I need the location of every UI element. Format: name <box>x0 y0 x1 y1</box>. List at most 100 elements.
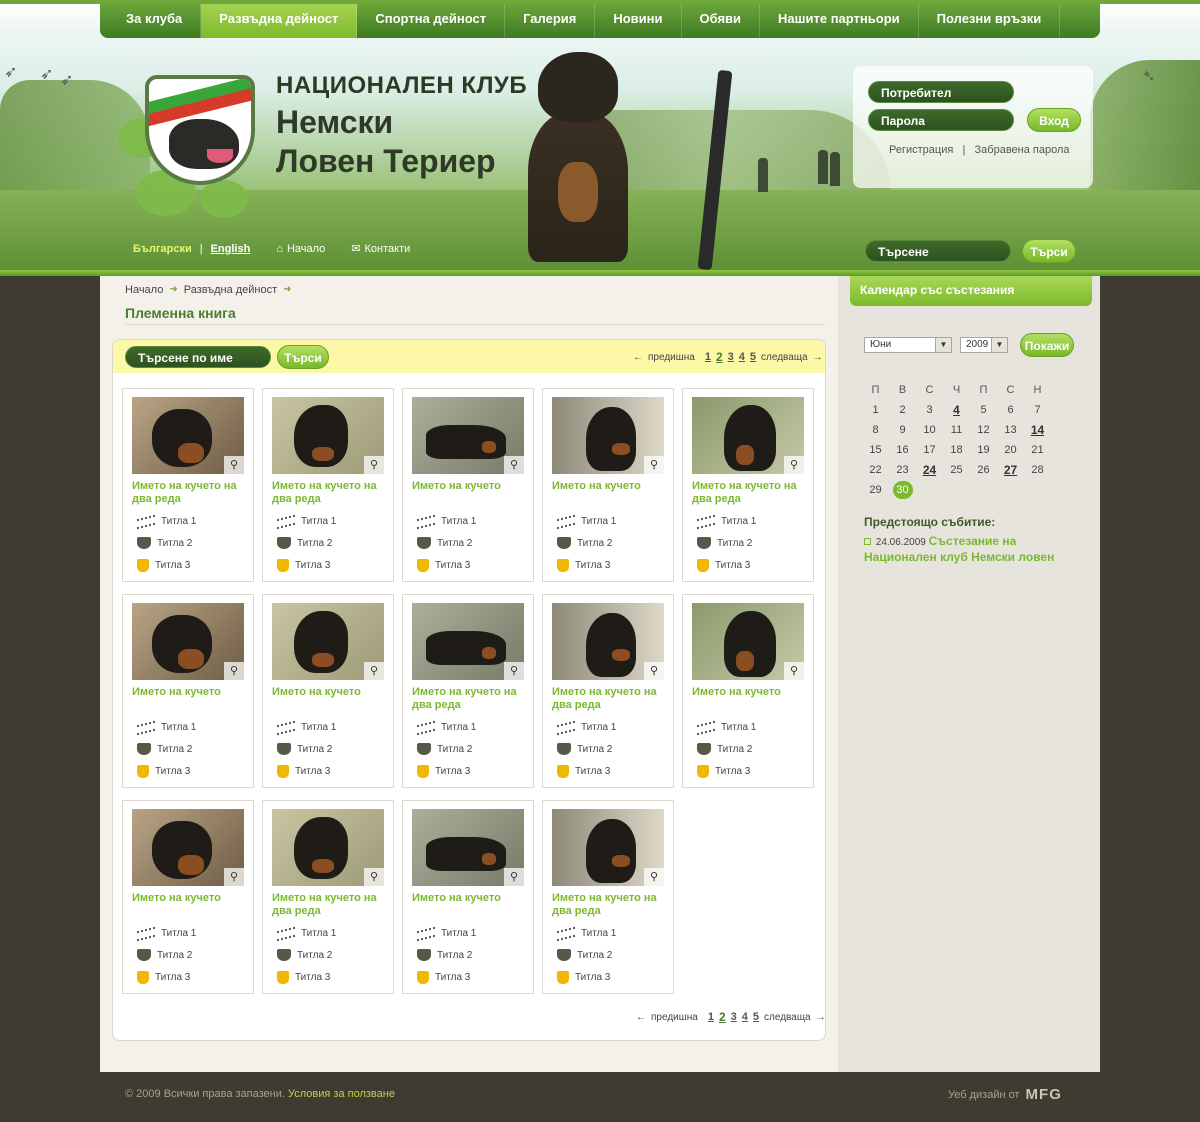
dog-name-link[interactable]: Името на кучето на два реда <box>132 480 250 506</box>
pager-page-link[interactable]: 2 <box>716 350 723 364</box>
dog-photo[interactable]: ⚲ <box>692 397 804 474</box>
magnifier-icon[interactable]: ⚲ <box>364 456 384 474</box>
dog-card[interactable]: ⚲ Името на кучето Титла 1 Титла 2 Титла 3 <box>402 800 534 994</box>
calendar-event-day[interactable]: 14 <box>1024 420 1051 440</box>
nav-item[interactable]: Галерия <box>505 4 596 38</box>
club-logo-text[interactable]: НАЦИОНАЛЕН КЛУБ Немски Ловен Териер <box>276 72 536 180</box>
magnifier-icon[interactable]: ⚲ <box>644 662 664 680</box>
dog-photo[interactable]: ⚲ <box>412 603 524 680</box>
pager-page-link[interactable]: 4 <box>739 351 745 363</box>
dog-photo[interactable]: ⚲ <box>552 809 664 886</box>
dog-name-link[interactable]: Името на кучето на два реда <box>692 480 810 506</box>
name-search-input[interactable]: Търсене по име <box>125 346 271 368</box>
dog-photo[interactable]: ⚲ <box>412 809 524 886</box>
month-select[interactable]: Юни ▼ <box>864 337 952 353</box>
pager-next-link[interactable]: следваща <box>761 352 808 363</box>
dog-card[interactable]: ⚲ Името на кучето Титла 1 Титла 2 Титла 3 <box>262 594 394 788</box>
breadcrumb-item[interactable]: Развъдна дейност <box>184 284 277 296</box>
nav-item[interactable]: Полезни връзки <box>919 4 1061 38</box>
show-calendar-button[interactable]: Покажи <box>1020 333 1074 357</box>
pager-page-link[interactable]: 3 <box>728 351 734 363</box>
dog-name-link[interactable]: Името на кучето <box>132 892 250 905</box>
dog-name-link[interactable]: Името на кучето на два реда <box>272 480 390 506</box>
dog-card[interactable]: ⚲ Името на кучето на два реда Титла 1 Титла… <box>262 800 394 994</box>
dog-name-link[interactable]: Името на кучето на два реда <box>272 892 390 918</box>
dog-card[interactable]: ⚲ Името на кучето на два реда Титла 1 Титла… <box>682 388 814 582</box>
dog-name-link[interactable]: Името на кучето на два реда <box>552 686 670 712</box>
home-link[interactable]: ⌂ Начало <box>276 243 325 255</box>
password-field[interactable]: Парола <box>868 109 1014 131</box>
lang-bulgarian-link[interactable]: Български <box>133 243 192 255</box>
dog-card[interactable]: ⚲ Името на кучето Титла 1 Титла 2 Титла 3 <box>542 388 674 582</box>
designer-logo[interactable]: MFG <box>1026 1086 1062 1103</box>
breadcrumb-item[interactable]: Начало <box>125 284 163 296</box>
pager-page-link[interactable]: 4 <box>742 1011 748 1023</box>
calendar-day[interactable]: 30 <box>889 480 916 500</box>
pager-page-link[interactable]: 1 <box>705 351 711 363</box>
dog-name-link[interactable]: Името на кучето <box>412 892 530 905</box>
club-logo-emblem[interactable] <box>145 75 255 185</box>
dog-name-link[interactable]: Името на кучето <box>692 686 810 699</box>
dog-photo[interactable]: ⚲ <box>272 397 384 474</box>
site-search-input[interactable]: Търсене <box>865 240 1011 262</box>
pager-page-link[interactable]: 3 <box>731 1011 737 1023</box>
dog-name-link[interactable]: Името на кучето на два реда <box>412 686 530 712</box>
dog-photo[interactable]: ⚲ <box>412 397 524 474</box>
magnifier-icon[interactable]: ⚲ <box>784 456 804 474</box>
dog-name-link[interactable]: Името на кучето <box>132 686 250 699</box>
nav-item[interactable]: Нашите партньори <box>760 4 919 38</box>
dog-name-link[interactable]: Името на кучето <box>272 686 390 699</box>
dog-card[interactable]: ⚲ Името на кучето Титла 1 Титла 2 Титла 3 <box>402 388 534 582</box>
nav-item[interactable]: Новини <box>595 4 682 38</box>
forgot-password-link[interactable]: Забравена парола <box>975 144 1070 156</box>
dog-card[interactable]: ⚲ Името на кучето на два реда Титла 1 Титла… <box>262 388 394 582</box>
dog-photo[interactable]: ⚲ <box>552 397 664 474</box>
calendar-event-day[interactable]: 24 <box>916 460 943 480</box>
calendar-event-day[interactable]: 27 <box>997 460 1024 480</box>
pager-page-link[interactable]: 5 <box>753 1011 759 1023</box>
dog-card[interactable]: ⚲ Името на кучето на два реда Титла 1 Титла… <box>542 800 674 994</box>
dog-card[interactable]: ⚲ Името на кучето Титла 1 Титла 2 Титла 3 <box>122 800 254 994</box>
pager-prev-link[interactable]: предишна <box>651 1012 698 1023</box>
dog-photo[interactable]: ⚲ <box>272 603 384 680</box>
login-button[interactable]: Вход <box>1027 108 1081 132</box>
nav-item[interactable]: За клуба <box>108 4 202 38</box>
magnifier-icon[interactable]: ⚲ <box>224 662 244 680</box>
dog-name-link[interactable]: Името на кучето на два реда <box>552 892 670 918</box>
magnifier-icon[interactable]: ⚲ <box>224 456 244 474</box>
dog-name-link[interactable]: Името на кучето <box>552 480 670 493</box>
magnifier-icon[interactable]: ⚲ <box>784 662 804 680</box>
magnifier-icon[interactable]: ⚲ <box>644 868 664 886</box>
magnifier-icon[interactable]: ⚲ <box>504 662 524 680</box>
pager-page-link[interactable]: 1 <box>708 1011 714 1023</box>
dog-photo[interactable]: ⚲ <box>692 603 804 680</box>
pager-page-link[interactable]: 2 <box>719 1010 726 1024</box>
contacts-link[interactable]: ✉ Контакти <box>351 242 410 256</box>
upcoming-event[interactable]: 24.06.2009 Състезание на Национален клуб… <box>864 534 1074 566</box>
pager-page-link[interactable]: 5 <box>750 351 756 363</box>
dog-photo[interactable]: ⚲ <box>272 809 384 886</box>
magnifier-icon[interactable]: ⚲ <box>504 456 524 474</box>
dog-card[interactable]: ⚲ Името на кучето на два реда Титла 1 Титла… <box>542 594 674 788</box>
dog-photo[interactable]: ⚲ <box>132 603 244 680</box>
calendar-event-day[interactable]: 4 <box>943 400 970 420</box>
nav-item[interactable]: Обяви <box>682 4 761 38</box>
magnifier-icon[interactable]: ⚲ <box>364 662 384 680</box>
dog-card[interactable]: ⚲ Името на кучето на два реда Титла 1 Титла… <box>402 594 534 788</box>
pager-next-link[interactable]: следваща <box>764 1012 811 1023</box>
dog-card[interactable]: ⚲ Името на кучето Титла 1 Титла 2 Титла 3 <box>122 594 254 788</box>
register-link[interactable]: Регистрация <box>889 144 953 156</box>
dog-name-link[interactable]: Името на кучето <box>412 480 530 493</box>
pager-prev-link[interactable]: предишна <box>648 352 695 363</box>
magnifier-icon[interactable]: ⚲ <box>504 868 524 886</box>
magnifier-icon[interactable]: ⚲ <box>644 456 664 474</box>
nav-item[interactable]: Спортна дейност <box>357 4 506 38</box>
dog-photo[interactable]: ⚲ <box>132 397 244 474</box>
year-select[interactable]: 2009 ▼ <box>960 337 1008 353</box>
nav-item[interactable]: Развъдна дейност <box>201 4 358 38</box>
lang-english-link[interactable]: English <box>211 243 251 255</box>
dog-card[interactable]: ⚲ Името на кучето Титла 1 Титла 2 Титла 3 <box>682 594 814 788</box>
dog-photo[interactable]: ⚲ <box>552 603 664 680</box>
terms-link[interactable]: Условия за ползване <box>288 1088 395 1100</box>
site-search-button[interactable]: Търси <box>1022 239 1076 263</box>
